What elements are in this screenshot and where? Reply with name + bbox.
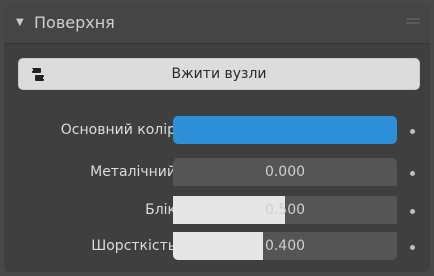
base-color-swatch[interactable]: [173, 116, 397, 144]
metallic-value: 0.000: [264, 164, 306, 180]
base-color-row: Основний колір: [4, 116, 430, 146]
drag-handle-icon[interactable]: [406, 18, 420, 28]
use-nodes-label: Вжити вузли: [171, 66, 267, 82]
roughness-row: Шорсткість 0.400: [4, 232, 430, 262]
surface-panel-header[interactable]: ▼ Поверхня: [4, 4, 430, 44]
base-color-label: Основний колір: [60, 122, 176, 138]
panel-title: Поверхня: [34, 13, 115, 32]
keyframe-dot-icon[interactable]: [410, 129, 415, 134]
specular-row: Блік 0.500: [4, 196, 430, 226]
specular-label: Блік: [145, 202, 176, 218]
metallic-slider[interactable]: 0.000: [173, 158, 397, 186]
roughness-label: Шорсткість: [91, 238, 176, 254]
keyframe-dot-icon[interactable]: [410, 245, 415, 250]
specular-slider[interactable]: 0.500: [173, 196, 397, 224]
collapse-caret-icon[interactable]: ▼: [16, 17, 24, 28]
keyframe-dot-icon[interactable]: [410, 171, 415, 176]
specular-value: 0.500: [264, 202, 306, 218]
metallic-label: Металічний: [90, 164, 176, 180]
metallic-row: Металічний 0.000: [4, 158, 430, 188]
roughness-slider[interactable]: 0.400: [173, 232, 397, 260]
use-nodes-button[interactable]: Вжити вузли: [18, 58, 420, 90]
surface-panel: ▼ Поверхня Вжити вузли Основний колір Ме…: [4, 4, 430, 272]
keyframe-dot-icon[interactable]: [410, 209, 415, 214]
roughness-value: 0.400: [264, 238, 306, 254]
